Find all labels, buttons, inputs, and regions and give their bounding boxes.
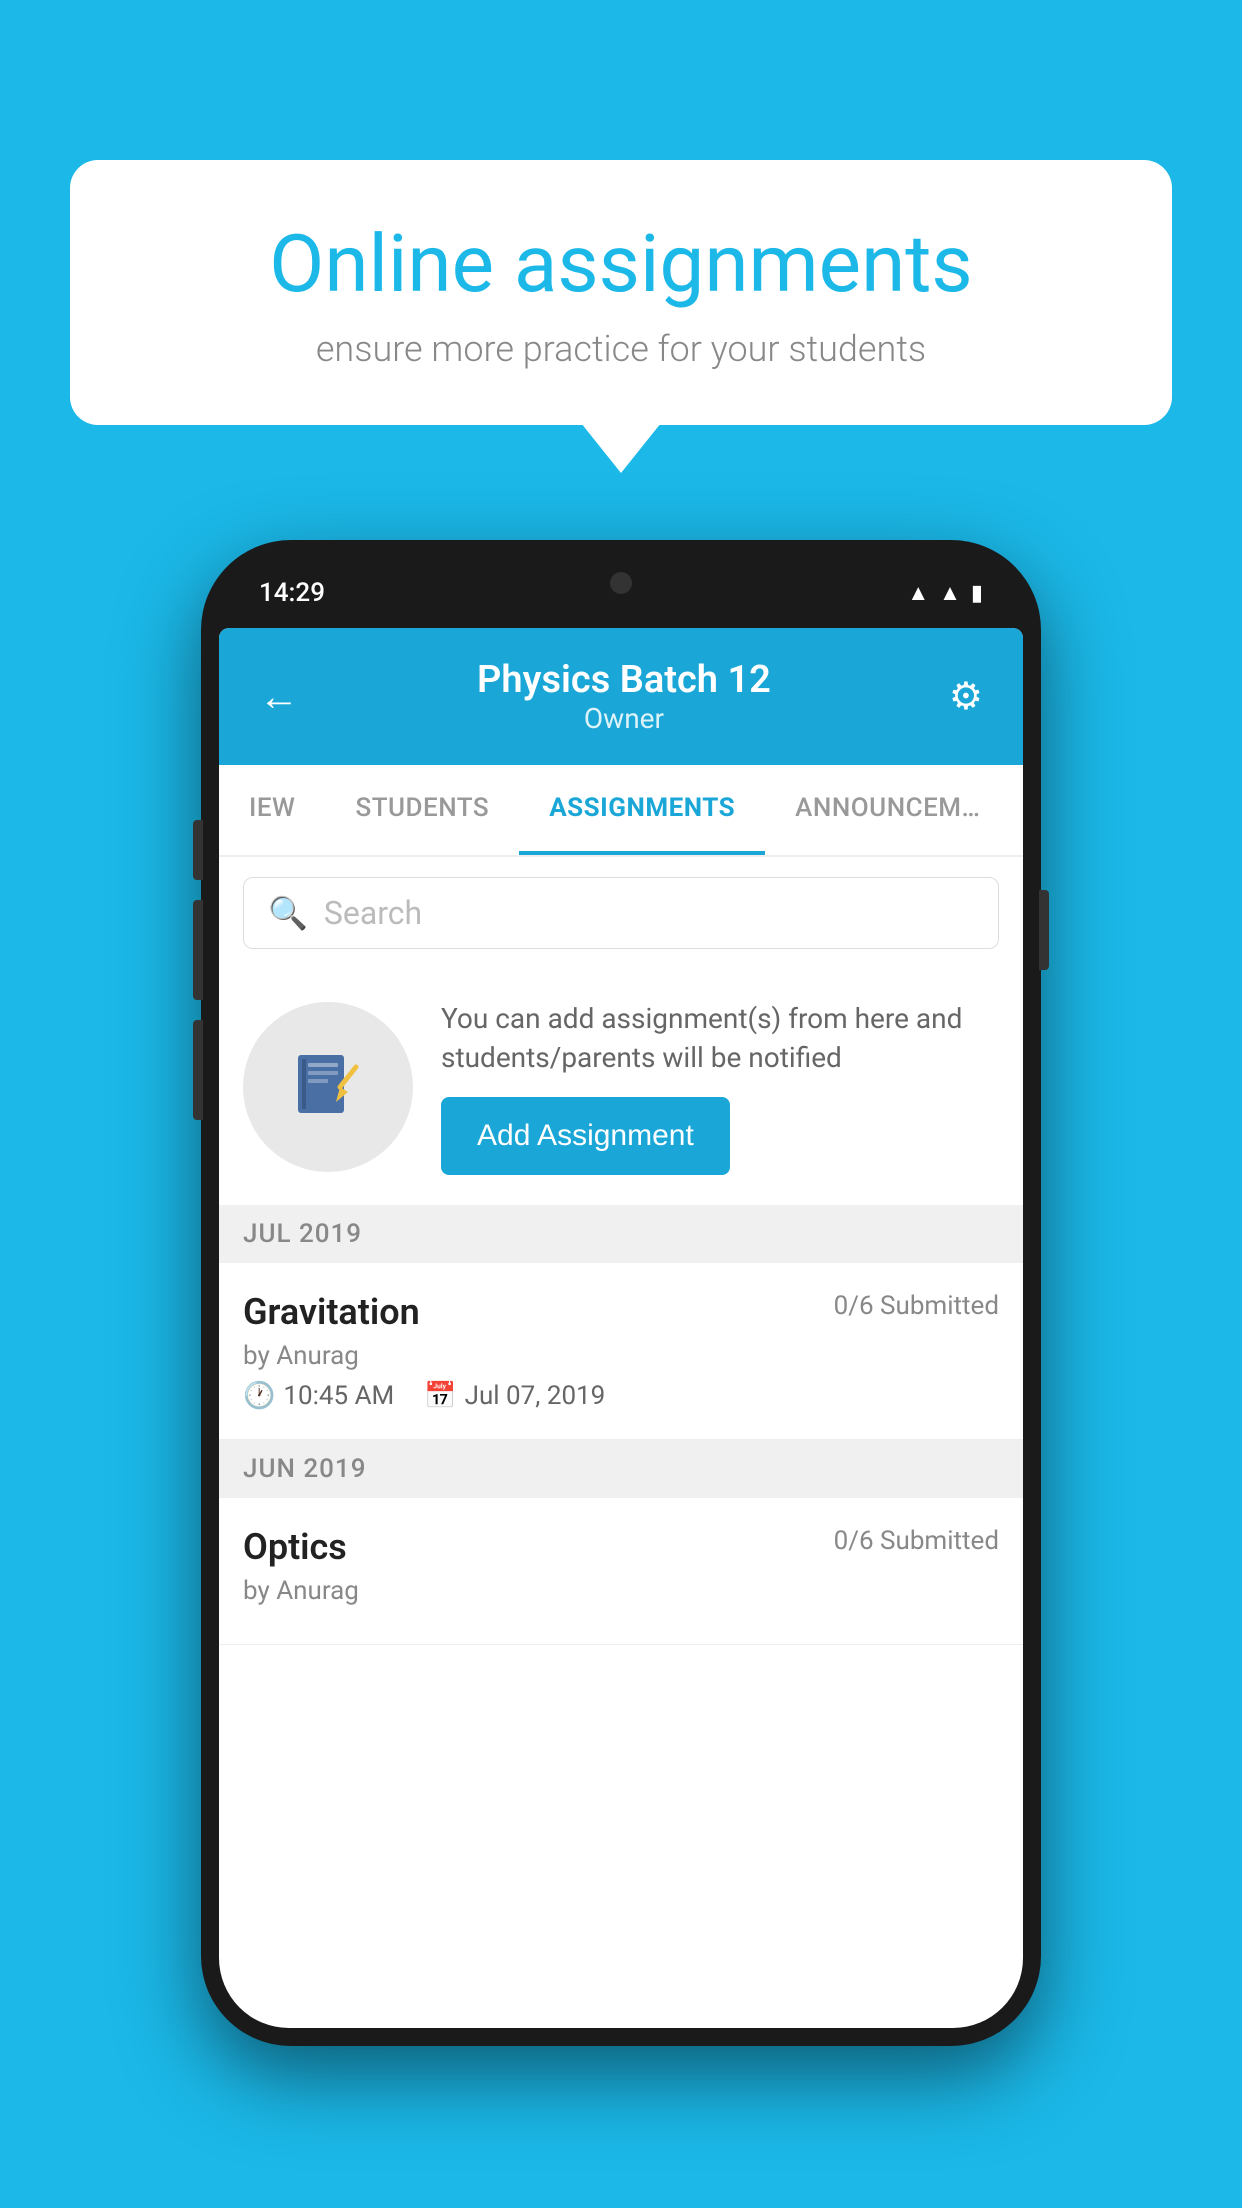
assignment-by: by Anurag <box>243 1341 999 1371</box>
speech-bubble: Online assignments ensure more practice … <box>70 160 1172 425</box>
assignment-item-header: Gravitation 0/6 Submitted <box>243 1291 999 1333</box>
assignment-by-optics: by Anurag <box>243 1576 999 1606</box>
clock-icon: 🕐 <box>243 1381 275 1411</box>
status-bar: 14:29 ▲ ▲ ▮ <box>219 558 1023 628</box>
assignment-time-value: 10:45 AM <box>283 1381 394 1411</box>
speech-bubble-title: Online assignments <box>140 220 1102 308</box>
month-separator-jul: JUL 2019 <box>219 1205 1023 1263</box>
assignment-name-optics: Optics <box>243 1526 347 1568</box>
calendar-icon: 📅 <box>424 1381 456 1411</box>
submitted-count-optics: 0/6 Submitted <box>834 1526 999 1556</box>
phone-screen: ← Physics Batch 12 Owner ⚙ IEW STUDENTS … <box>219 628 1023 2028</box>
search-icon: 🔍 <box>268 894 308 932</box>
assignment-date-value: Jul 07, 2019 <box>465 1381 606 1411</box>
assignment-item-optics[interactable]: Optics 0/6 Submitted by Anurag <box>219 1498 1023 1645</box>
header-title-group: Physics Batch 12 Owner <box>299 658 949 735</box>
battery-icon: ▮ <box>971 581 983 606</box>
search-container: 🔍 Search <box>219 857 1023 969</box>
add-assignment-button[interactable]: Add Assignment <box>441 1097 730 1175</box>
notebook-icon <box>288 1047 368 1127</box>
batch-title: Physics Batch 12 <box>299 658 949 702</box>
assignment-name: Gravitation <box>243 1291 420 1333</box>
assignment-item-header-optics: Optics 0/6 Submitted <box>243 1526 999 1568</box>
assignment-icon-circle <box>243 1002 413 1172</box>
phone-volume-up-button <box>193 900 203 1000</box>
back-button[interactable]: ← <box>259 673 299 720</box>
speech-bubble-subtitle: ensure more practice for your students <box>140 328 1102 370</box>
add-assignment-section: You can add assignment(s) from here and … <box>219 969 1023 1205</box>
phone-notch <box>521 558 721 608</box>
batch-subtitle: Owner <box>299 702 949 735</box>
assignment-date: 📅 Jul 07, 2019 <box>424 1381 605 1411</box>
assignment-item-gravitation[interactable]: Gravitation 0/6 Submitted by Anurag 🕐 10… <box>219 1263 1023 1440</box>
settings-button[interactable]: ⚙ <box>949 674 983 719</box>
assignment-info: You can add assignment(s) from here and … <box>441 999 999 1175</box>
tabs-container: IEW STUDENTS ASSIGNMENTS ANNOUNCEM… <box>219 765 1023 857</box>
phone-power-button <box>1039 890 1049 970</box>
phone-side-button-1 <box>193 820 203 880</box>
wifi-icon: ▲ <box>907 580 929 606</box>
search-bar[interactable]: 🔍 Search <box>243 877 999 949</box>
tab-assignments[interactable]: ASSIGNMENTS <box>519 765 765 855</box>
tab-announcements[interactable]: ANNOUNCEM… <box>765 765 1010 855</box>
status-time: 14:29 <box>259 578 325 608</box>
assignment-time: 🕐 10:45 AM <box>243 1381 394 1411</box>
tab-students[interactable]: STUDENTS <box>325 765 519 855</box>
status-icons: ▲ ▲ ▮ <box>907 580 983 606</box>
app-header: ← Physics Batch 12 Owner ⚙ <box>219 628 1023 765</box>
phone-container: 14:29 ▲ ▲ ▮ ← Physics Batch 12 Owner ⚙ <box>201 540 1041 2046</box>
submitted-count: 0/6 Submitted <box>834 1291 999 1321</box>
assignment-description: You can add assignment(s) from here and … <box>441 999 999 1077</box>
tab-iew[interactable]: IEW <box>219 765 325 855</box>
speech-bubble-container: Online assignments ensure more practice … <box>70 160 1172 425</box>
month-separator-jun: JUN 2019 <box>219 1440 1023 1498</box>
camera-dot <box>610 572 632 594</box>
phone-volume-down-button <box>193 1020 203 1120</box>
phone-outer: 14:29 ▲ ▲ ▮ ← Physics Batch 12 Owner ⚙ <box>201 540 1041 2046</box>
search-placeholder: Search <box>324 894 422 932</box>
assignment-meta: 🕐 10:45 AM 📅 Jul 07, 2019 <box>243 1381 999 1411</box>
signal-icon: ▲ <box>939 580 961 606</box>
